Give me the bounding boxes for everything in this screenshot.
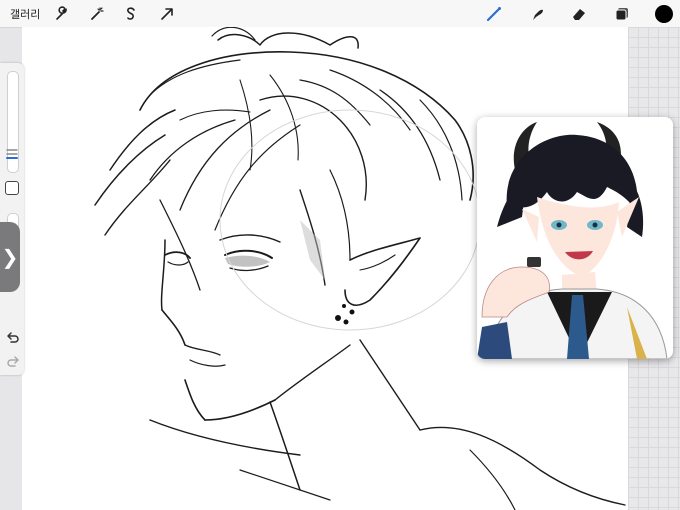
selection-icon[interactable]	[121, 4, 141, 24]
top-toolbar: 갤러리	[0, 0, 680, 28]
reference-image-window[interactable]	[477, 117, 673, 359]
magic-wand-icon[interactable]	[87, 4, 107, 24]
gallery-button[interactable]: 갤러리	[10, 6, 40, 22]
smudge-icon[interactable]	[527, 4, 547, 24]
brush-size-thumb[interactable]	[3, 145, 21, 163]
chevron-right-icon: ❯	[1, 245, 19, 269]
redo-icon[interactable]	[6, 353, 20, 367]
undo-icon[interactable]	[6, 329, 20, 343]
modify-button[interactable]	[5, 181, 19, 195]
eraser-icon[interactable]	[569, 4, 589, 24]
brush-icon[interactable]	[484, 4, 504, 24]
sidebar-expand-tab[interactable]: ❯	[0, 222, 20, 292]
transform-arrow-icon[interactable]	[157, 4, 177, 24]
wrench-icon[interactable]	[52, 4, 72, 24]
color-picker-swatch[interactable]	[655, 5, 673, 23]
reference-illustration	[477, 122, 668, 359]
left-sidebar	[0, 63, 24, 375]
layers-icon[interactable]	[612, 4, 632, 24]
